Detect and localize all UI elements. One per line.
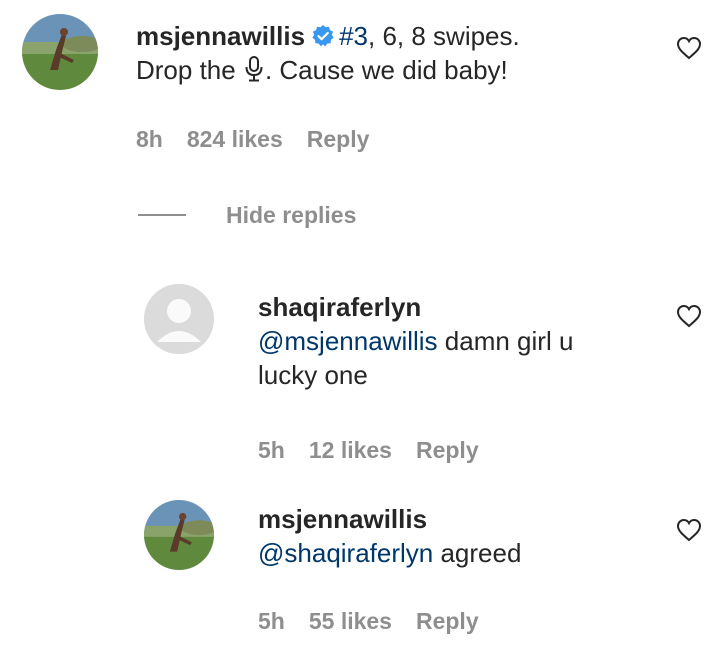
like-heart-icon[interactable] <box>676 304 702 328</box>
like-heart-icon[interactable] <box>676 36 702 60</box>
comment-likes[interactable]: 824 likes <box>187 126 283 152</box>
hide-replies-toggle[interactable]: Hide replies <box>138 200 356 230</box>
hashtag-link[interactable]: #3 <box>339 21 368 51</box>
avatar-placeholder[interactable] <box>144 284 214 354</box>
reply-meta: 5h 12 likes Reply <box>258 437 503 464</box>
reply-body-2: lucky one <box>258 360 368 390</box>
reply-meta: 5h 55 likes Reply <box>258 608 503 635</box>
reply-likes[interactable]: 12 likes <box>309 437 392 463</box>
verified-badge-icon <box>311 22 335 47</box>
reply-time: 5h <box>258 437 285 463</box>
reply-body: damn girl u <box>437 326 574 356</box>
hide-replies-label[interactable]: Hide replies <box>226 202 356 229</box>
comment-username[interactable]: msjennawillis <box>136 21 305 51</box>
mention-link[interactable]: @shaqiraferlyn <box>258 538 433 568</box>
comment-body-2a: Drop the <box>136 55 243 85</box>
mention-link[interactable]: @msjennawillis <box>258 326 438 356</box>
reply-button[interactable]: Reply <box>416 608 479 634</box>
comment-meta: 8h 824 likes Reply <box>136 126 393 153</box>
reply-text: shaqiraferlyn @msjennawillis damn girl u… <box>258 290 658 392</box>
reply-username[interactable]: msjennawillis <box>258 504 427 534</box>
comment-time: 8h <box>136 126 163 152</box>
like-heart-icon[interactable] <box>676 518 702 542</box>
reply-body: agreed <box>433 538 522 568</box>
comment-body-1: , 6, 8 swipes. <box>368 21 520 51</box>
divider-line <box>138 214 186 216</box>
reply-likes[interactable]: 55 likes <box>309 608 392 634</box>
reply-username[interactable]: shaqiraferlyn <box>258 292 421 322</box>
avatar[interactable] <box>144 500 214 570</box>
reply-time: 5h <box>258 608 285 634</box>
comment-body-2b: . Cause we did baby! <box>264 55 508 85</box>
reply-button[interactable]: Reply <box>307 126 370 152</box>
reply-button[interactable]: Reply <box>416 437 479 463</box>
comment-text: msjennawillis #3, 6, 8 swipes. Drop the .… <box>136 19 656 87</box>
reply-text: msjennawillis @shaqiraferlyn agreed <box>258 502 658 570</box>
avatar[interactable] <box>22 14 98 90</box>
microphone-icon <box>243 55 265 83</box>
